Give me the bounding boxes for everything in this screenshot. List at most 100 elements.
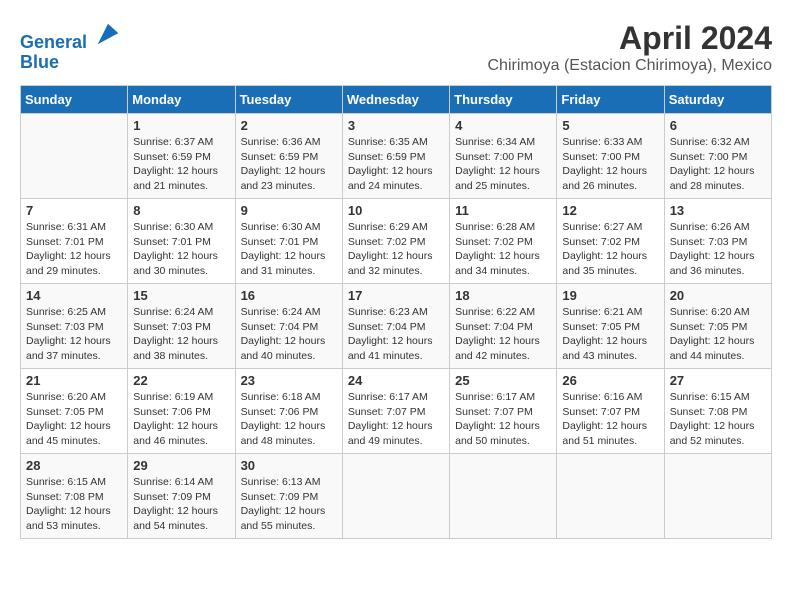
calendar-cell: 4Sunrise: 6:34 AMSunset: 7:00 PMDaylight… [450,114,557,199]
calendar-cell: 12Sunrise: 6:27 AMSunset: 7:02 PMDayligh… [557,199,664,284]
day-header-wednesday: Wednesday [342,86,449,114]
cell-info: Sunrise: 6:19 AMSunset: 7:06 PMDaylight:… [133,390,229,449]
cell-info: Sunrise: 6:26 AMSunset: 7:03 PMDaylight:… [670,220,766,279]
day-number: 13 [670,203,766,218]
calendar-cell: 20 Sunrise: 6:20 AMSunset: 7:05 PMDayligh… [664,284,771,369]
day-number: 25 [455,373,551,388]
cell-info: Sunrise: 6:22 AMSunset: 7:04 PMDaylight:… [455,305,551,364]
calendar-cell: 1 Sunrise: 6:37 AMSunset: 6:59 PMDaylight… [128,114,235,199]
header: General Blue April 2024 Chirimoya (Estac… [20,20,772,75]
day-number: 30 [241,458,337,473]
calendar-cell: 23 Sunrise: 6:18 AMSunset: 7:06 PMDayligh… [235,369,342,454]
calendar-cell [557,454,664,539]
cell-info: Sunrise: 6:14 AMSunset: 7:09 PMDaylight:… [133,475,229,534]
title-area: April 2024 Chirimoya (Estacion Chirimoya… [487,20,772,75]
cell-info: Sunrise: 6:23 AMSunset: 7:04 PMDaylight:… [348,305,444,364]
week-row-2: 14 Sunrise: 6:25 AMSunset: 7:03 PMDayligh… [21,284,772,369]
cell-info: Sunrise: 6:16 AMSunset: 7:07 PMDaylight:… [562,390,658,449]
day-number: 3 [348,118,444,133]
calendar-cell [664,454,771,539]
logo-blue: Blue [20,53,122,73]
cell-info: Sunrise: 6:29 AMSunset: 7:02 PMDaylight:… [348,220,444,279]
calendar-cell: 18 Sunrise: 6:22 AMSunset: 7:04 PMDayligh… [450,284,557,369]
day-header-sunday: Sunday [21,86,128,114]
calendar-cell: 13 Sunrise: 6:26 AMSunset: 7:03 PMDayligh… [664,199,771,284]
day-number: 28 [26,458,122,473]
day-number: 11 [455,203,551,218]
calendar-cell [21,114,128,199]
calendar-cell: 24 Sunrise: 6:17 AMSunset: 7:07 PMDayligh… [342,369,449,454]
cell-info: Sunrise: 6:20 AMSunset: 7:05 PMDaylight:… [26,390,122,449]
cell-info: Sunrise: 6:15 AMSunset: 7:08 PMDaylight:… [670,390,766,449]
week-row-1: 7 Sunrise: 6:31 AMSunset: 7:01 PMDaylight… [21,199,772,284]
cell-info: Sunrise: 6:27 AMSunset: 7:02 PMDaylight:… [562,220,658,279]
calendar-cell: 5Sunrise: 6:33 AMSunset: 7:00 PMDaylight… [557,114,664,199]
calendar-cell: 9Sunrise: 6:30 AMSunset: 7:01 PMDaylight… [235,199,342,284]
day-header-saturday: Saturday [664,86,771,114]
cell-info: Sunrise: 6:18 AMSunset: 7:06 PMDaylight:… [241,390,337,449]
cell-info: Sunrise: 6:24 AMSunset: 7:03 PMDaylight:… [133,305,229,364]
cell-info: Sunrise: 6:36 AMSunset: 6:59 PMDaylight:… [241,135,337,194]
cell-info: Sunrise: 6:21 AMSunset: 7:05 PMDaylight:… [562,305,658,364]
day-header-tuesday: Tuesday [235,86,342,114]
calendar-cell: 14 Sunrise: 6:25 AMSunset: 7:03 PMDayligh… [21,284,128,369]
day-number: 8 [133,203,229,218]
logo: General Blue [20,20,122,73]
day-header-friday: Friday [557,86,664,114]
logo-icon [94,20,122,48]
day-number: 6 [670,118,766,133]
day-number: 1 [133,118,229,133]
cell-info: Sunrise: 6:31 AMSunset: 7:01 PMDaylight:… [26,220,122,279]
day-number: 19 [562,288,658,303]
location-title: Chirimoya (Estacion Chirimoya), Mexico [487,57,772,75]
week-row-0: 1 Sunrise: 6:37 AMSunset: 6:59 PMDaylight… [21,114,772,199]
cell-info: Sunrise: 6:15 AMSunset: 7:08 PMDaylight:… [26,475,122,534]
day-number: 27 [670,373,766,388]
calendar-cell: 3 Sunrise: 6:35 AMSunset: 6:59 PMDaylight… [342,114,449,199]
calendar-cell: 28 Sunrise: 6:15 AMSunset: 7:08 PMDayligh… [21,454,128,539]
cell-info: Sunrise: 6:24 AMSunset: 7:04 PMDaylight:… [241,305,337,364]
calendar-cell: 26 Sunrise: 6:16 AMSunset: 7:07 PMDayligh… [557,369,664,454]
day-number: 10 [348,203,444,218]
month-title: April 2024 [487,20,772,57]
day-number: 20 [670,288,766,303]
day-number: 18 [455,288,551,303]
calendar-cell: 10 Sunrise: 6:29 AMSunset: 7:02 PMDayligh… [342,199,449,284]
cell-info: Sunrise: 6:30 AMSunset: 7:01 PMDaylight:… [133,220,229,279]
day-number: 24 [348,373,444,388]
cell-info: Sunrise: 6:13 AMSunset: 7:09 PMDaylight:… [241,475,337,534]
cell-info: Sunrise: 6:28 AMSunset: 7:02 PMDaylight:… [455,220,551,279]
day-number: 21 [26,373,122,388]
cell-info: Sunrise: 6:34 AMSunset: 7:00 PMDaylight:… [455,135,551,194]
day-number: 9 [241,203,337,218]
calendar-cell [342,454,449,539]
calendar-cell: 25Sunrise: 6:17 AMSunset: 7:07 PMDayligh… [450,369,557,454]
day-number: 23 [241,373,337,388]
calendar-cell: 17 Sunrise: 6:23 AMSunset: 7:04 PMDayligh… [342,284,449,369]
cell-info: Sunrise: 6:20 AMSunset: 7:05 PMDaylight:… [670,305,766,364]
calendar-cell: 27 Sunrise: 6:15 AMSunset: 7:08 PMDayligh… [664,369,771,454]
calendar-cell: 7 Sunrise: 6:31 AMSunset: 7:01 PMDaylight… [21,199,128,284]
logo-text: General [20,20,122,53]
cell-info: Sunrise: 6:17 AMSunset: 7:07 PMDaylight:… [348,390,444,449]
logo-general: General [20,32,87,52]
day-number: 29 [133,458,229,473]
calendar-cell: 15Sunrise: 6:24 AMSunset: 7:03 PMDayligh… [128,284,235,369]
week-row-4: 28 Sunrise: 6:15 AMSunset: 7:08 PMDayligh… [21,454,772,539]
calendar-table: SundayMondayTuesdayWednesdayThursdayFrid… [20,85,772,539]
cell-info: Sunrise: 6:37 AMSunset: 6:59 PMDaylight:… [133,135,229,194]
day-number: 17 [348,288,444,303]
day-number: 5 [562,118,658,133]
calendar-cell [450,454,557,539]
day-header-thursday: Thursday [450,86,557,114]
cell-info: Sunrise: 6:25 AMSunset: 7:03 PMDaylight:… [26,305,122,364]
day-number: 14 [26,288,122,303]
calendar-cell: 16Sunrise: 6:24 AMSunset: 7:04 PMDayligh… [235,284,342,369]
day-number: 2 [241,118,337,133]
calendar-cell: 29 Sunrise: 6:14 AMSunset: 7:09 PMDayligh… [128,454,235,539]
day-number: 7 [26,203,122,218]
calendar-cell: 21 Sunrise: 6:20 AMSunset: 7:05 PMDayligh… [21,369,128,454]
cell-info: Sunrise: 6:35 AMSunset: 6:59 PMDaylight:… [348,135,444,194]
calendar-cell: 19 Sunrise: 6:21 AMSunset: 7:05 PMDayligh… [557,284,664,369]
day-number: 26 [562,373,658,388]
